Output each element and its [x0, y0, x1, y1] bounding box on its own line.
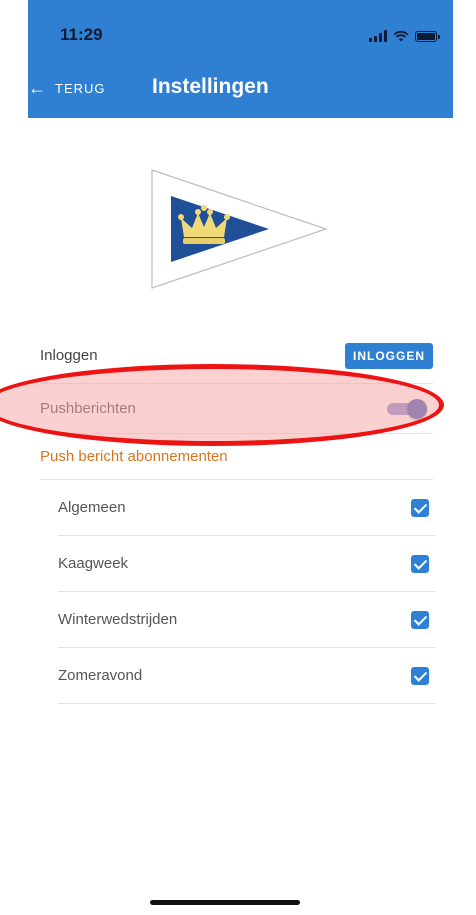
battery-icon: [415, 31, 440, 42]
push-notifications-row: Pushberichten: [40, 384, 433, 434]
phone-screen: 11:29 ← TERUG Instellingen Inloggen INLO…: [28, 0, 453, 915]
status-icons: [369, 28, 440, 42]
app-header: 11:29 ← TERUG Instellingen: [28, 0, 453, 118]
subscription-row[interactable]: Kaagweek: [58, 536, 435, 592]
subscription-label: Winterwedstrijden: [58, 611, 178, 628]
back-label: TERUG: [55, 80, 106, 96]
subscription-label: Zomeravond: [58, 667, 143, 684]
push-label: Pushberichten: [40, 400, 136, 417]
back-button[interactable]: ← TERUG: [28, 74, 106, 102]
subscription-row[interactable]: Algemeen: [58, 480, 435, 536]
wifi-icon: [393, 30, 409, 42]
page-title: Instellingen: [152, 75, 269, 98]
push-toggle[interactable]: [387, 398, 427, 419]
subscription-row[interactable]: Winterwedstrijden: [58, 592, 435, 648]
subscription-row[interactable]: Zomeravond: [58, 648, 435, 704]
login-label: Inloggen: [40, 347, 98, 364]
subscription-checkbox[interactable]: [411, 554, 429, 573]
toggle-knob: [407, 398, 427, 419]
subscriptions-title: Push bericht abonnementen: [40, 448, 228, 465]
subscription-checkbox[interactable]: [411, 498, 429, 517]
subscriptions-heading-row: Push bericht abonnementen: [40, 434, 433, 480]
home-indicator: [150, 900, 300, 905]
signal-icon: [369, 30, 387, 42]
login-row: Inloggen INLOGGEN: [40, 328, 433, 384]
subscription-checkbox[interactable]: [411, 666, 429, 685]
subscription-label: Algemeen: [58, 499, 126, 516]
club-flag-logo: [151, 169, 328, 289]
arrow-left-icon: ←: [28, 77, 47, 98]
status-time: 11:29: [60, 25, 103, 44]
login-button[interactable]: INLOGGEN: [344, 342, 433, 369]
subscription-label: Kaagweek: [58, 555, 129, 572]
subscription-checkbox[interactable]: [411, 610, 429, 629]
